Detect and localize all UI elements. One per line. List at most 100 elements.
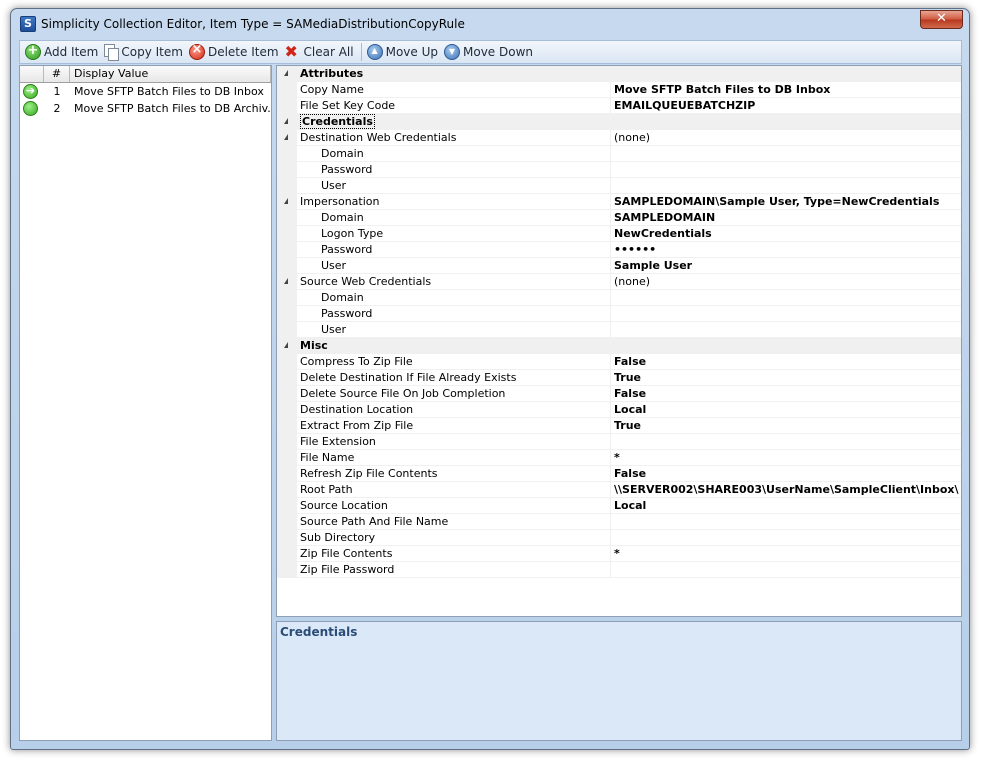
property-name: Password (297, 162, 611, 178)
move-down-button[interactable]: Move Down (443, 42, 534, 62)
property-row[interactable]: Logon Type NewCredentials (277, 226, 961, 242)
property-value[interactable] (611, 162, 961, 178)
arrow-down-icon (444, 44, 460, 60)
property-row[interactable]: User (277, 322, 961, 338)
collapse-triangle-icon[interactable] (284, 198, 288, 204)
property-value[interactable] (611, 322, 961, 338)
move-up-button[interactable]: Move Up (366, 42, 439, 62)
property-value[interactable]: True (611, 418, 961, 434)
property-value[interactable] (611, 434, 961, 450)
property-row[interactable]: Sub Directory (277, 530, 961, 546)
property-value[interactable] (611, 514, 961, 530)
property-row[interactable]: Compress To Zip File False (277, 354, 961, 370)
property-value[interactable] (611, 146, 961, 162)
property-row[interactable]: Source Location Local (277, 498, 961, 514)
item-list[interactable]: # Display Value 1 Move SFTP Batch Files … (19, 65, 272, 741)
property-name: Domain (297, 210, 611, 226)
property-name: Delete Destination If File Already Exist… (297, 370, 611, 386)
copy-item-button[interactable]: Copy Item (103, 42, 184, 62)
property-value[interactable]: Sample User (611, 258, 961, 274)
property-row[interactable]: Zip File Contents * (277, 546, 961, 562)
property-row[interactable]: Delete Destination If File Already Exist… (277, 370, 961, 386)
property-row[interactable]: Source Path And File Name (277, 514, 961, 530)
property-value[interactable]: Local (611, 402, 961, 418)
property-value[interactable]: SAMPLEDOMAIN (611, 210, 961, 226)
add-item-button[interactable]: Add Item (24, 42, 99, 62)
property-row[interactable]: Destination Web Credentials (none) (277, 130, 961, 146)
category-credentials[interactable]: Credentials (277, 114, 961, 130)
property-value[interactable]: \\SERVER002\SHARE003\UserName\SampleClie… (611, 482, 961, 498)
property-row[interactable]: Copy Name Move SFTP Batch Files to DB In… (277, 82, 961, 98)
property-value[interactable]: * (611, 450, 961, 466)
list-item[interactable]: 1 Move SFTP Batch Files to DB Inbox (20, 83, 271, 100)
category-attributes[interactable]: Attributes (277, 66, 961, 82)
property-row[interactable]: Domain (277, 290, 961, 306)
property-row[interactable]: File Name * (277, 450, 961, 466)
property-value[interactable]: False (611, 466, 961, 482)
property-row[interactable]: User (277, 178, 961, 194)
list-item-number: 1 (53, 85, 61, 98)
category-misc[interactable]: Misc (277, 338, 961, 354)
collapse-triangle-icon[interactable] (284, 118, 288, 124)
property-row[interactable]: Domain (277, 146, 961, 162)
property-value[interactable]: (none) (611, 130, 961, 146)
property-name: Password (297, 306, 611, 322)
property-value[interactable] (611, 306, 961, 322)
property-row[interactable]: File Extension (277, 434, 961, 450)
property-value[interactable] (611, 530, 961, 546)
property-value[interactable]: EMAILQUEUEBATCHZIP (611, 98, 961, 114)
list-item[interactable]: 2 Move SFTP Batch Files to DB Archiv... (20, 100, 271, 117)
column-header-display-value[interactable]: Display Value (70, 66, 271, 82)
property-row[interactable]: Password (277, 306, 961, 322)
clear-all-button[interactable]: Clear All (284, 42, 355, 62)
property-row[interactable]: Destination Location Local (277, 402, 961, 418)
close-button[interactable]: ✕ (920, 10, 963, 29)
property-name: Zip File Password (297, 562, 611, 578)
collapse-triangle-icon[interactable] (284, 278, 288, 284)
delete-item-label: Delete Item (207, 45, 279, 59)
property-value[interactable] (611, 562, 961, 578)
property-row[interactable]: Domain SAMPLEDOMAIN (277, 210, 961, 226)
property-name: User (297, 258, 611, 274)
copy-icon (104, 44, 120, 61)
property-value[interactable]: (none) (611, 274, 961, 290)
collection-editor-window: S Simplicity Collection Editor, Item Typ… (10, 8, 970, 750)
property-row[interactable]: Password •••••• (277, 242, 961, 258)
property-row[interactable]: File Set Key Code EMAILQUEUEBATCHZIP (277, 98, 961, 114)
category-label: Misc (297, 338, 611, 354)
list-header: # Display Value (20, 66, 271, 83)
collapse-triangle-icon[interactable] (284, 134, 288, 140)
move-down-label: Move Down (463, 45, 533, 59)
list-item-display: Move SFTP Batch Files to DB Archiv... (74, 102, 271, 115)
property-value[interactable]: True (611, 370, 961, 386)
property-row[interactable]: Password (277, 162, 961, 178)
property-value[interactable]: * (611, 546, 961, 562)
property-row[interactable]: Source Web Credentials (none) (277, 274, 961, 290)
clear-all-label: Clear All (303, 45, 354, 59)
delete-item-button[interactable]: Delete Item (188, 42, 280, 62)
property-value[interactable]: NewCredentials (611, 226, 961, 242)
property-value[interactable]: False (611, 354, 961, 370)
property-row[interactable]: Zip File Password (277, 562, 961, 578)
property-value[interactable]: •••••• (611, 242, 961, 258)
property-grid[interactable]: Attributes Copy Name Move SFTP Batch Fil… (276, 65, 962, 617)
property-value[interactable]: SAMPLEDOMAIN\Sample User, Type=NewCreden… (611, 194, 961, 210)
property-row[interactable]: Root Path \\SERVER002\SHARE003\UserName\… (277, 482, 961, 498)
property-value[interactable] (611, 290, 961, 306)
property-row[interactable]: Extract From Zip File True (277, 418, 961, 434)
property-row[interactable]: Impersonation SAMPLEDOMAIN\Sample User, … (277, 194, 961, 210)
property-row[interactable]: Refresh Zip File Contents False (277, 466, 961, 482)
column-header-icon[interactable] (20, 66, 44, 82)
collapse-triangle-icon[interactable] (284, 70, 288, 76)
collapse-triangle-icon[interactable] (284, 342, 288, 348)
property-name: Domain (297, 290, 611, 306)
property-value[interactable]: Local (611, 498, 961, 514)
property-value[interactable] (611, 178, 961, 194)
column-header-number[interactable]: # (44, 66, 70, 82)
title-bar[interactable]: S Simplicity Collection Editor, Item Typ… (11, 9, 969, 39)
list-item-display: Move SFTP Batch Files to DB Inbox (74, 85, 264, 98)
property-value[interactable]: Move SFTP Batch Files to DB Inbox (611, 82, 961, 98)
property-row[interactable]: Delete Source File On Job Completion Fal… (277, 386, 961, 402)
property-row[interactable]: User Sample User (277, 258, 961, 274)
property-value[interactable]: False (611, 386, 961, 402)
